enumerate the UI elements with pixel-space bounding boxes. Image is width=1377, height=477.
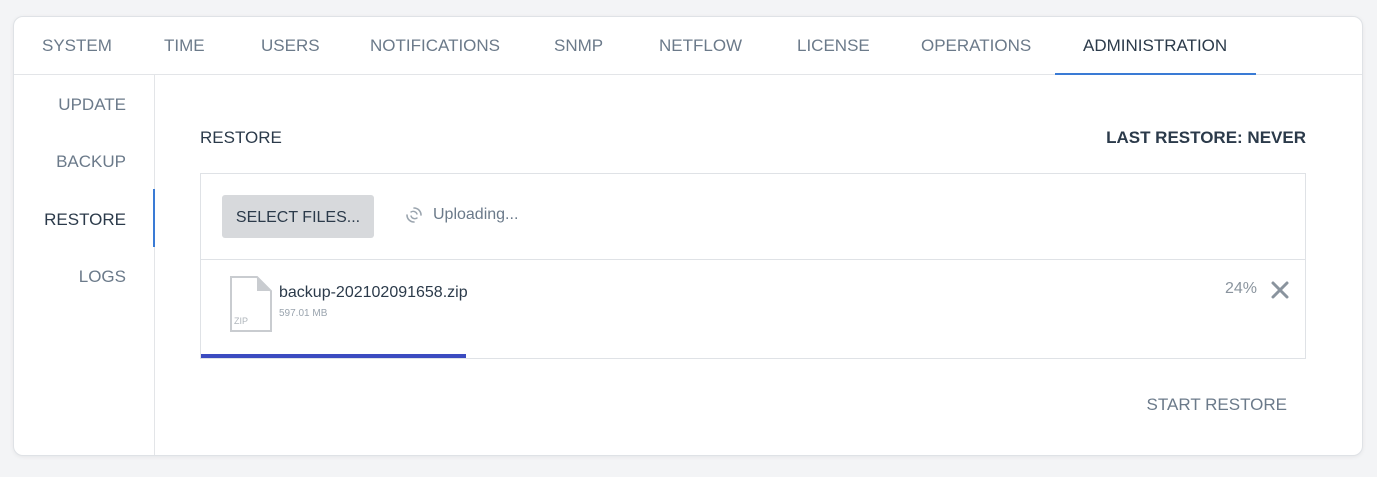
active-tab-indicator [1055, 73, 1256, 75]
upload-progress-percent: 24% [1224, 280, 1257, 297]
last-restore-status: LAST RESTORE: NEVER [1106, 128, 1306, 147]
section-title: RESTORE [200, 128, 282, 147]
tab-license[interactable]: LICENSE [797, 17, 870, 74]
upload-header: SELECT FILES... Uploading... [201, 174, 1305, 260]
tab-netflow[interactable]: NETFLOW [659, 17, 742, 74]
tab-notifications[interactable]: NOTIFICATIONS [370, 17, 500, 74]
upload-progress-fill [201, 354, 466, 358]
zip-file-icon: ZIP [230, 276, 272, 332]
file-list-item: ZIP backup-202102091658.zip 597.01 MB 24… [201, 260, 1305, 358]
sidebar-item-logs[interactable]: LOGS [79, 267, 126, 287]
tab-system[interactable]: SYSTEM [42, 17, 112, 74]
file-type-label: ZIP [234, 316, 248, 326]
spinner-icon [406, 207, 422, 223]
sidebar-item-restore[interactable]: RESTORE [44, 210, 126, 230]
start-restore-button[interactable]: START RESTORE [1147, 395, 1287, 415]
upload-status-text: Uploading... [433, 206, 519, 224]
tab-administration[interactable]: ADMINISTRATION [1083, 17, 1227, 74]
upload-status: Uploading... [405, 206, 518, 224]
tab-users[interactable]: USERS [261, 17, 320, 74]
sidebar-item-backup[interactable]: BACKUP [56, 152, 126, 172]
active-sidebar-indicator [153, 189, 155, 247]
settings-card: SYSTEM TIME USERS NOTIFICATIONS SNMP NET… [13, 16, 1363, 456]
tab-time[interactable]: TIME [164, 17, 205, 74]
admin-sidebar: UPDATE BACKUP RESTORE LOGS [14, 75, 155, 455]
tab-operations[interactable]: OPERATIONS [921, 17, 1031, 74]
tab-snmp[interactable]: SNMP [554, 17, 603, 74]
select-files-button[interactable]: SELECT FILES... [222, 195, 374, 238]
upload-progress-bar [201, 354, 1305, 358]
file-name: backup-202102091658.zip [279, 284, 468, 301]
file-upload-widget: SELECT FILES... Uploading... ZIP backup-… [200, 173, 1306, 359]
file-size: 597.01 MB [279, 308, 328, 319]
sidebar-item-update[interactable]: UPDATE [58, 95, 126, 115]
settings-tabs: SYSTEM TIME USERS NOTIFICATIONS SNMP NET… [14, 17, 1362, 75]
close-icon[interactable] [1269, 279, 1291, 301]
